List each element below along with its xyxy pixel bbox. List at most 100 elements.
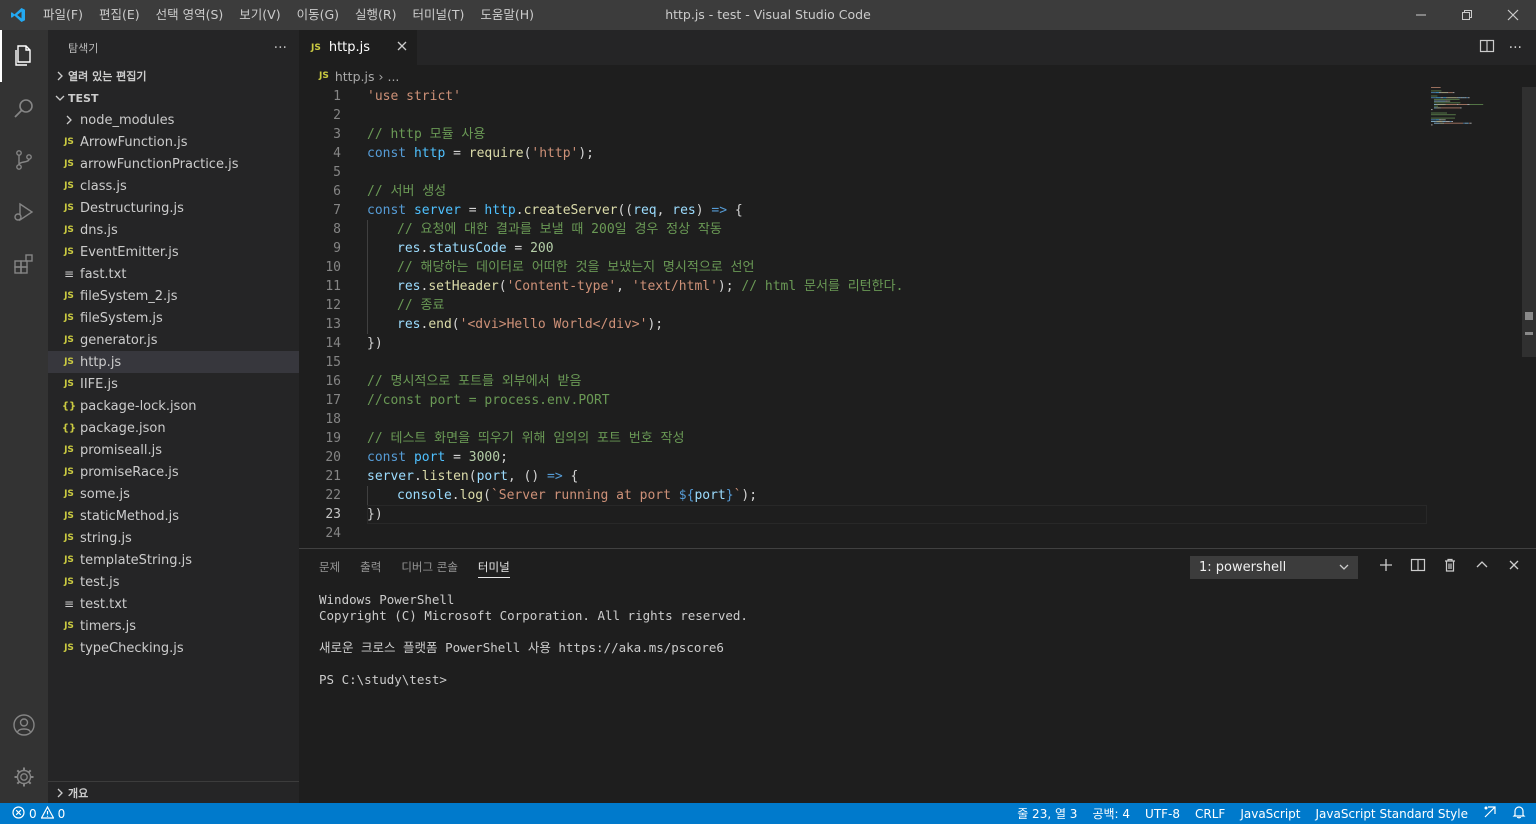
- new-terminal-icon[interactable]: [1378, 557, 1394, 577]
- search-icon[interactable]: [0, 82, 48, 134]
- file-item[interactable]: JS fileSystem.js: [48, 307, 299, 329]
- close-panel-icon[interactable]: [1506, 557, 1522, 577]
- open-editors-section[interactable]: 열려 있는 편집기: [48, 65, 299, 87]
- file-item[interactable]: JS templateString.js: [48, 549, 299, 571]
- menu-bar: 파일(F) 편집(E) 선택 영역(S) 보기(V) 이동(G) 실행(R) 터미널(T) 도…: [35, 0, 542, 30]
- code-token: setHeader: [428, 279, 499, 294]
- js-file-icon: JS: [64, 489, 74, 499]
- file-item[interactable]: ≡ test.txt: [48, 593, 299, 615]
- file-item[interactable]: {} package-lock.json: [48, 395, 299, 417]
- notifications-bell-icon[interactable]: [1512, 805, 1526, 822]
- file-label: templateString.js: [80, 552, 192, 568]
- split-terminal-icon[interactable]: [1410, 557, 1426, 577]
- menu-item[interactable]: 편집(E): [91, 0, 148, 30]
- file-item[interactable]: JS class.js: [48, 175, 299, 197]
- formatter-status[interactable]: JavaScript Standard Style: [1315, 807, 1468, 821]
- file-item[interactable]: JS staticMethod.js: [48, 505, 299, 527]
- encoding[interactable]: UTF-8: [1145, 807, 1180, 821]
- file-item[interactable]: JS timers.js: [48, 615, 299, 637]
- file-item[interactable]: JS promiseRace.js: [48, 461, 299, 483]
- file-item[interactable]: JS dns.js: [48, 219, 299, 241]
- panel-tab[interactable]: 출력: [360, 549, 381, 584]
- outline-section[interactable]: 개요: [48, 781, 299, 803]
- menu-item[interactable]: 보기(V): [231, 0, 288, 30]
- js-file-icon: JS: [64, 445, 74, 455]
- file-item[interactable]: {} package.json: [48, 417, 299, 439]
- file-item[interactable]: JS http.js: [48, 351, 299, 373]
- cursor-position[interactable]: 줄 23, 열 3: [1017, 805, 1077, 822]
- menu-item[interactable]: 터미널(T): [405, 0, 473, 30]
- code-line: 22 console.log(`Server running at port ${…: [299, 486, 1427, 505]
- restore-icon[interactable]: [1444, 0, 1490, 30]
- code-text: 'use strict': [341, 87, 461, 106]
- source-control-icon[interactable]: [0, 134, 48, 186]
- js-file-icon: JS: [64, 555, 74, 565]
- close-tab-icon[interactable]: [397, 39, 407, 55]
- line-number: 4: [333, 146, 341, 161]
- status-bar: 0 0 줄 23, 열 3 공백: 4 UTF-8 CRLF JavaScrip…: [0, 803, 1536, 824]
- panel-tab[interactable]: 디버그 콘솔: [401, 549, 458, 584]
- terminal-select-value: 1: powershell: [1199, 560, 1287, 575]
- menu-item[interactable]: 선택 영역(S): [148, 0, 232, 30]
- file-item[interactable]: JS typeChecking.js: [48, 637, 299, 659]
- file-item[interactable]: ≡ fast.txt: [48, 263, 299, 285]
- vertical-scrollbar[interactable]: [1522, 87, 1536, 548]
- file-item[interactable]: node_modules: [48, 109, 299, 131]
- tab-http-js[interactable]: JS http.js: [299, 30, 417, 65]
- more-actions-icon[interactable]: ···: [1509, 40, 1522, 56]
- menu-item[interactable]: 실행(R): [347, 0, 404, 30]
- breadcrumb-file[interactable]: http.js: [335, 69, 375, 84]
- file-item[interactable]: JS arrowFunctionPractice.js: [48, 153, 299, 175]
- breadcrumb: JS http.js › ...: [299, 65, 1536, 87]
- explorer-icon[interactable]: [0, 30, 48, 82]
- file-item[interactable]: JS promiseall.js: [48, 439, 299, 461]
- file-item[interactable]: JS string.js: [48, 527, 299, 549]
- language-mode[interactable]: JavaScript: [1240, 807, 1300, 821]
- panel-tab[interactable]: 터미널: [477, 549, 510, 584]
- code-token: console: [397, 488, 452, 503]
- accounts-icon[interactable]: [0, 699, 48, 751]
- file-item[interactable]: JS Destructuring.js: [48, 197, 299, 219]
- indentation[interactable]: 공백: 4: [1092, 805, 1130, 822]
- code-token: const: [367, 203, 414, 218]
- file-item[interactable]: JS EventEmitter.js: [48, 241, 299, 263]
- close-window-icon[interactable]: [1490, 0, 1536, 30]
- minimize-icon[interactable]: [1398, 0, 1444, 30]
- file-item[interactable]: JS generator.js: [48, 329, 299, 351]
- code-token: ,: [616, 279, 632, 294]
- problems-status[interactable]: 0 0: [0, 805, 65, 822]
- file-item[interactable]: JS IIFE.js: [48, 373, 299, 395]
- file-item[interactable]: JS test.js: [48, 571, 299, 593]
- explorer-sidebar: 탐색기 ··· 열려 있는 편집기 TEST node_modules JS Arr…: [48, 30, 299, 803]
- file-item[interactable]: JS some.js: [48, 483, 299, 505]
- code-text: const port = 3000;: [341, 448, 508, 467]
- code-line: 23}): [299, 505, 1427, 524]
- code-line: 5: [299, 163, 1427, 182]
- manage-gear-icon[interactable]: [0, 751, 48, 803]
- menu-item[interactable]: 파일(F): [35, 0, 91, 30]
- file-item[interactable]: JS ArrowFunction.js: [48, 131, 299, 153]
- panel-tab[interactable]: 문제: [319, 549, 340, 584]
- js-file-icon: JS: [64, 533, 74, 543]
- feedback-icon[interactable]: [1483, 805, 1497, 822]
- code-token: port: [476, 469, 508, 484]
- run-debug-icon[interactable]: [0, 186, 48, 238]
- breadcrumb-rest[interactable]: ...: [387, 69, 399, 84]
- js-file-icon: JS: [64, 313, 74, 323]
- file-item[interactable]: JS fileSystem_2.js: [48, 285, 299, 307]
- split-editor-icon[interactable]: [1479, 38, 1495, 58]
- minimap[interactable]: [1427, 87, 1522, 548]
- code-text: res.end('<dvi>Hello World</div>');: [341, 315, 663, 334]
- menu-item[interactable]: 도움말(H): [472, 0, 542, 30]
- terminal-select[interactable]: 1: powershell: [1190, 556, 1358, 579]
- maximize-panel-icon[interactable]: [1474, 557, 1490, 577]
- extensions-icon[interactable]: [0, 238, 48, 290]
- trash-icon[interactable]: [1442, 557, 1458, 577]
- folder-section-test[interactable]: TEST: [48, 87, 299, 109]
- more-actions-icon[interactable]: ···: [274, 40, 287, 56]
- end-of-line[interactable]: CRLF: [1195, 807, 1225, 821]
- terminal-output[interactable]: Windows PowerShell Copyright (C) Microsof…: [319, 592, 748, 688]
- menu-item[interactable]: 이동(G): [289, 0, 347, 30]
- code-editor[interactable]: 1'use strict' 2 3// http 모듈 사용 4 const http …: [299, 87, 1427, 548]
